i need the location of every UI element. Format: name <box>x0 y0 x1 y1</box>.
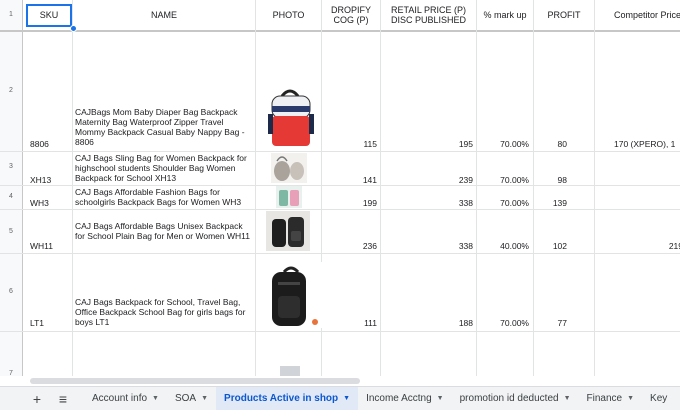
markup-cell[interactable]: 40.00% <box>477 241 529 251</box>
markup-cell[interactable]: 70.00% <box>477 175 529 185</box>
row-header-column <box>0 0 23 376</box>
header-markup[interactable]: % mark up <box>477 0 533 30</box>
selected-cell-outline <box>26 4 72 27</box>
plus-icon[interactable]: + <box>24 387 50 410</box>
profit-cell[interactable]: 102 <box>534 241 567 251</box>
chevron-down-icon: ▼ <box>563 395 571 402</box>
tab-income-acctng[interactable]: Income Acctng ▼ <box>358 387 452 410</box>
fill-handle[interactable] <box>70 25 77 32</box>
sheet-tab-bar: + ≡ Account info ▼ SOA ▼ Products Active i… <box>0 386 680 410</box>
spreadsheet-grid[interactable]: 1 SKU NAME PHOTO DROPIFY COG (P) RETAIL … <box>0 0 680 376</box>
tab-soa[interactable]: SOA ▼ <box>167 387 216 410</box>
tab-label: Products Active in shop <box>224 393 339 404</box>
tab-products-active-in-shop[interactable]: Products Active in shop ▼ <box>216 387 359 410</box>
sku-cell[interactable]: WH11 <box>30 241 53 251</box>
header-divider <box>0 30 680 32</box>
row-number[interactable]: 5 <box>0 228 22 235</box>
chevron-down-icon: ▼ <box>436 395 444 402</box>
profit-cell[interactable]: 139 <box>534 198 567 208</box>
cog-cell[interactable]: 115 <box>322 139 377 149</box>
row-divider <box>0 253 680 254</box>
header-retail-price[interactable]: RETAIL PRICE (P) DISC PUBLISHED <box>381 0 476 30</box>
retail-cell[interactable]: 338 <box>381 241 473 251</box>
row-number[interactable]: 7 <box>0 370 22 376</box>
row-number[interactable]: 6 <box>0 288 22 295</box>
sku-cell[interactable]: WH3 <box>30 198 49 208</box>
sku-cell[interactable]: LT1 <box>30 318 44 328</box>
product-photo-diaper-bag[interactable] <box>262 86 318 148</box>
product-photo-sling-bag[interactable] <box>271 153 307 183</box>
cog-cell[interactable]: 111 <box>322 318 377 328</box>
header-photo[interactable]: PHOTO <box>256 0 321 30</box>
chevron-down-icon: ▼ <box>627 395 635 402</box>
product-photo-partial[interactable] <box>280 366 300 376</box>
tab-label: Account info <box>92 393 148 404</box>
menu-icon[interactable]: ≡ <box>50 387 76 410</box>
profit-cell[interactable]: 77 <box>534 318 567 328</box>
competitor-cell[interactable]: 170 (XPERO), 1 <box>614 139 675 149</box>
tab-key[interactable]: Key <box>642 387 675 410</box>
name-cell[interactable]: CAJBags Mom Baby Diaper Bag Backpack Mat… <box>75 107 253 147</box>
tab-label: SOA <box>174 393 197 404</box>
tab-account-info[interactable]: Account info ▼ <box>84 387 167 410</box>
product-photo-unisex-backpack[interactable] <box>266 211 310 251</box>
tab-label: Key <box>650 393 668 404</box>
chevron-down-icon: ▼ <box>201 395 209 402</box>
tab-label: promotion id deducted <box>459 393 559 404</box>
row-divider <box>0 209 680 210</box>
row-divider <box>0 331 680 332</box>
tab-label: Finance <box>586 393 623 404</box>
row-divider <box>0 185 680 186</box>
retail-cell[interactable]: 239 <box>381 175 473 185</box>
col-divider <box>72 0 73 376</box>
profit-cell[interactable]: 98 <box>534 175 567 185</box>
markup-cell[interactable]: 70.00% <box>477 198 529 208</box>
chevron-down-icon: ▼ <box>343 395 351 402</box>
col-divider <box>594 0 595 376</box>
markup-cell[interactable]: 70.00% <box>477 139 529 149</box>
header-name[interactable]: NAME <box>73 0 255 30</box>
header-profit[interactable]: PROFIT <box>534 0 594 30</box>
row-number[interactable]: 2 <box>0 87 22 94</box>
tab-finance[interactable]: Finance ▼ <box>579 387 643 410</box>
row-number[interactable]: 3 <box>0 163 22 170</box>
name-cell[interactable]: CAJ Bags Sling Bag for Women Backpack fo… <box>75 153 253 183</box>
markup-cell[interactable]: 70.00% <box>477 318 529 328</box>
retail-cell[interactable]: 195 <box>381 139 473 149</box>
horizontal-scrollbar[interactable] <box>30 378 360 384</box>
header-competitor-price[interactable]: Competitor Price <box>595 0 680 30</box>
name-cell[interactable]: CAJ Bags Backpack for School, Travel Bag… <box>75 297 253 327</box>
cog-cell[interactable]: 199 <box>322 198 377 208</box>
product-photo-fashion-bag[interactable] <box>276 186 302 208</box>
row-number[interactable]: 1 <box>0 11 22 18</box>
cog-cell[interactable]: 141 <box>322 175 377 185</box>
product-photo-school-backpack[interactable] <box>266 262 322 328</box>
name-cell[interactable]: CAJ Bags Affordable Bags Unisex Backpack… <box>75 221 253 241</box>
row-divider <box>0 151 680 152</box>
profit-cell[interactable]: 80 <box>534 139 567 149</box>
name-cell[interactable]: CAJ Bags Affordable Fashion Bags for sch… <box>75 187 253 207</box>
sku-cell[interactable]: 8806 <box>30 139 49 149</box>
retail-cell[interactable]: 188 <box>381 318 473 328</box>
tab-promotion-id-deducted[interactable]: promotion id deducted ▼ <box>452 387 579 410</box>
chevron-down-icon: ▼ <box>152 395 159 402</box>
col-divider <box>255 0 256 376</box>
cog-cell[interactable]: 236 <box>322 241 377 251</box>
tab-label: Income Acctng <box>366 393 432 404</box>
sku-cell[interactable]: XH13 <box>30 175 51 185</box>
retail-cell[interactable]: 338 <box>381 198 473 208</box>
row-number[interactable]: 4 <box>0 193 22 200</box>
header-dropify-cog[interactable]: DROPIFY COG (P) <box>322 0 380 30</box>
competitor-cell[interactable]: 219 <box>595 241 680 251</box>
